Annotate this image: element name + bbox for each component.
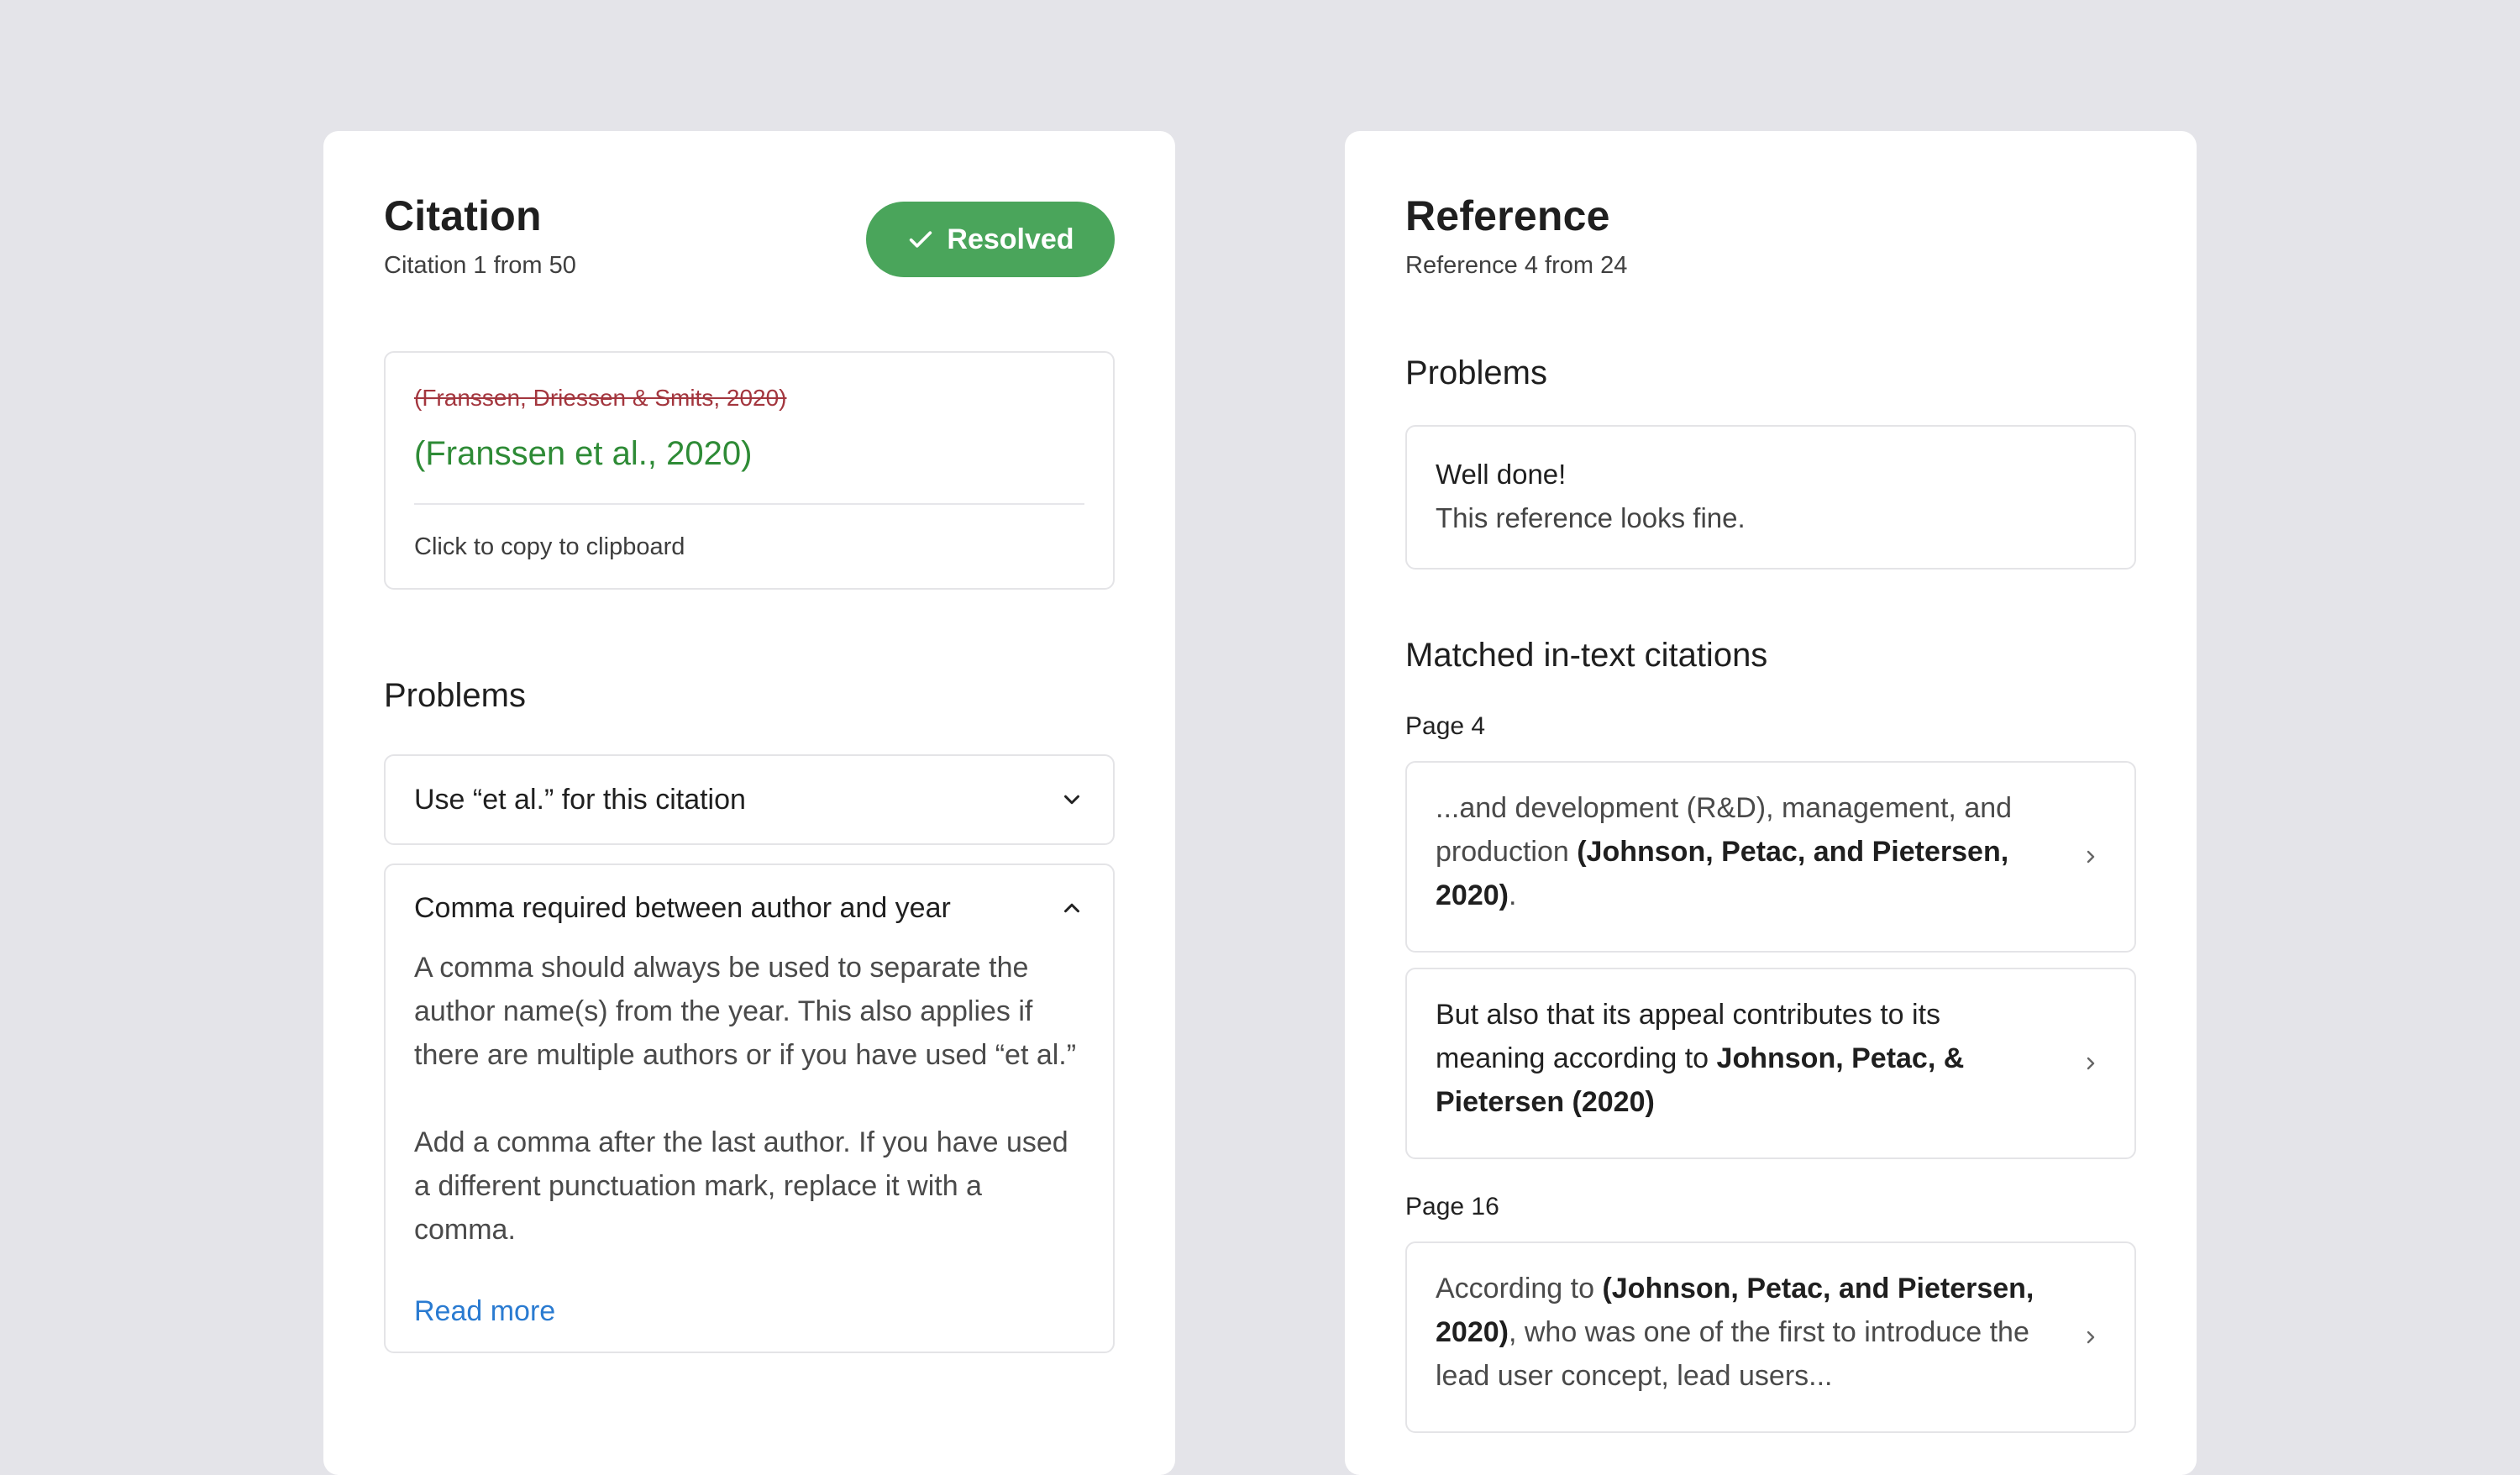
excerpt-text: . (1508, 879, 1517, 911)
excerpt-text: According to (1436, 1273, 1603, 1304)
reference-header: Reference Reference 4 from 24 (1405, 192, 2136, 280)
problem-header[interactable]: Comma required between author and year (414, 865, 1084, 951)
citation-correction-box[interactable]: (Franssen, Driessen & Smits, 2020) (Fran… (384, 351, 1115, 590)
resolved-button[interactable]: Resolved (866, 202, 1115, 277)
citation-panel: Citation Citation 1 from 50 Resolved (Fr… (323, 131, 1175, 1475)
reference-problems-title: Problems (1405, 354, 1547, 391)
problem-title: Comma required between author and year (414, 891, 951, 924)
chevron-up-icon (1064, 903, 1079, 913)
status-message: This reference looks fine. (1436, 502, 1746, 533)
matched-citation-item[interactable]: ...and development (R&D), management, an… (1405, 761, 2136, 953)
problem-explanation: A comma should always be used to separat… (414, 946, 1084, 1252)
problem-item-et-al[interactable]: Use “et al.” for this citation (384, 754, 1115, 845)
corrected-citation[interactable]: (Franssen et al., 2020) (414, 435, 1084, 473)
reference-status-box: Well done! This reference looks fine. (1405, 425, 2136, 570)
matched-citations-title: Matched in-text citations (1405, 637, 1768, 674)
chevron-right-icon (2087, 850, 2095, 863)
citation-excerpt: ...and development (R&D), management, an… (1436, 786, 2050, 917)
matched-citation-item[interactable]: According to (Johnson, Petac, and Pieter… (1405, 1241, 2136, 1433)
read-more-link[interactable]: Read more (414, 1295, 555, 1328)
citation-excerpt: According to (Johnson, Petac, and Pieter… (1436, 1267, 2050, 1398)
copy-to-clipboard-hint[interactable]: Click to copy to clipboard (414, 533, 1084, 561)
page-label: Page 4 (1405, 712, 1486, 740)
page-label: Page 16 (1405, 1193, 1499, 1220)
chevron-right-icon (2087, 1331, 2095, 1344)
chevron-down-icon (1064, 795, 1079, 805)
explanation-paragraph: Add a comma after the last author. If yo… (414, 1126, 1068, 1246)
original-citation: (Franssen, Driessen & Smits, 2020) (414, 385, 787, 411)
citation-excerpt: But also that its appeal contributes to … (1436, 993, 2050, 1124)
reference-counter: Reference 4 from 24 (1405, 252, 1628, 279)
problem-item-comma[interactable]: Comma required between author and year A… (384, 863, 1115, 1353)
problem-title: Use “et al.” for this citation (414, 783, 746, 816)
reference-panel: Reference Reference 4 from 24 Problems W… (1345, 131, 2197, 1475)
citation-problems-title: Problems (384, 677, 526, 714)
matched-citation-item[interactable]: But also that its appeal contributes to … (1405, 968, 2136, 1159)
checkmark-icon (910, 231, 932, 248)
divider (414, 503, 1084, 505)
resolved-label: Resolved (947, 223, 1074, 255)
reference-title: Reference (1405, 192, 1610, 239)
problem-header[interactable]: Use “et al.” for this citation (414, 756, 1084, 843)
status-heading: Well done! (1436, 459, 1567, 490)
explanation-paragraph: A comma should always be used to separat… (414, 952, 1077, 1071)
chevron-right-icon (2087, 1057, 2095, 1070)
excerpt-text: , who was one of the first to introduce … (1436, 1316, 2029, 1392)
